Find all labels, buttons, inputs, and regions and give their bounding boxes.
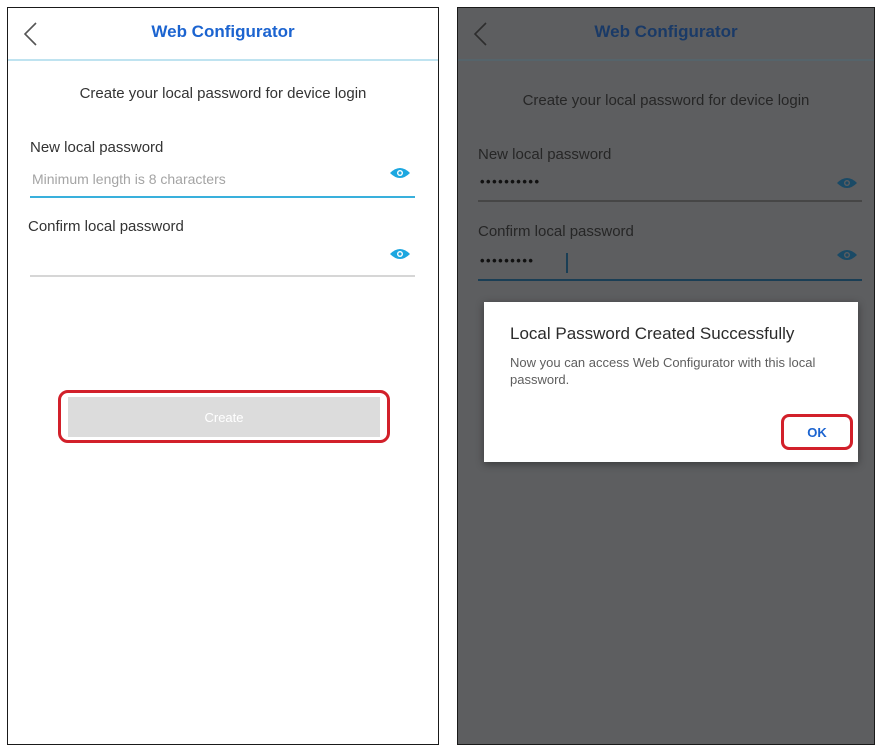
eye-icon[interactable] xyxy=(389,247,411,261)
password-success-screen: Web Configurator Create your local passw… xyxy=(457,7,875,745)
new-password-field[interactable]: •••••••••• xyxy=(478,172,862,202)
app-header: Web Configurator xyxy=(8,8,438,61)
confirm-password-field[interactable]: ••••••••• xyxy=(478,248,862,281)
dialog-message: Now you can access Web Configurator with… xyxy=(510,355,816,387)
eye-icon[interactable] xyxy=(389,166,411,180)
eye-icon[interactable] xyxy=(836,176,858,190)
confirm-password-label: Confirm local password xyxy=(28,218,184,235)
new-password-placeholder: Minimum length is 8 characters xyxy=(32,171,226,187)
success-dialog: Local Password Created Successfully Now … xyxy=(484,302,858,462)
instruction-text: Create your local password for device lo… xyxy=(522,92,810,109)
confirm-password-field[interactable] xyxy=(30,247,415,277)
ok-button[interactable]: OK xyxy=(787,420,847,444)
password-setup-screen: Web Configurator Create your local passw… xyxy=(7,7,439,745)
confirm-password-value: ••••••••• xyxy=(480,253,535,268)
app-header: Web Configurator xyxy=(458,8,874,61)
eye-icon[interactable] xyxy=(836,248,858,262)
new-password-value: •••••••••• xyxy=(480,174,541,189)
dialog-title: Local Password Created Successfully xyxy=(510,324,795,343)
new-password-label: New local password xyxy=(30,139,164,156)
confirm-password-label: Confirm local password xyxy=(478,223,634,240)
instruction-text: Create your local password for device lo… xyxy=(79,85,367,102)
text-cursor xyxy=(566,253,568,273)
new-password-field[interactable]: Minimum length is 8 characters xyxy=(30,168,415,198)
create-button[interactable]: Create xyxy=(68,397,380,437)
page-title: Web Configurator xyxy=(151,22,295,41)
new-password-label: New local password xyxy=(478,146,612,163)
page-title: Web Configurator xyxy=(594,22,738,41)
